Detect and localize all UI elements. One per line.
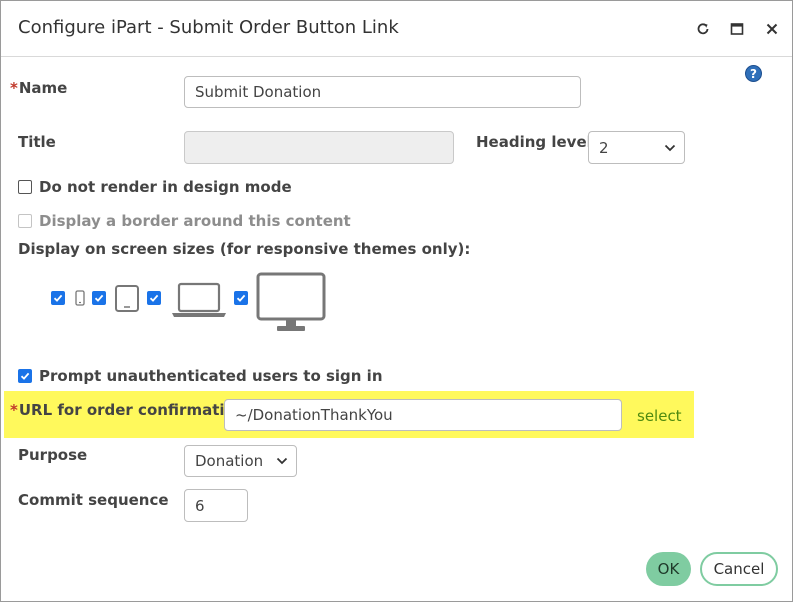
- name-label-text: Name: [18, 79, 68, 97]
- phone-icon: [75, 290, 85, 306]
- required-marker: *: [10, 79, 18, 97]
- checkmark-icon: [20, 372, 30, 380]
- phone-size-checkbox[interactable]: [51, 291, 65, 305]
- configure-ipart-dialog: Configure iPart - Submit Order Button Li…: [0, 0, 793, 602]
- order-url-label: *URL for order confirmation: [10, 401, 246, 419]
- heading-level-select[interactable]: 2: [588, 131, 685, 164]
- tablet-icon: [115, 285, 139, 312]
- checkmark-icon: [236, 294, 246, 302]
- laptop-size-checkbox[interactable]: [147, 291, 161, 305]
- maximize-button[interactable]: [727, 19, 747, 39]
- purpose-select[interactable]: Donation: [184, 445, 297, 477]
- purpose-label: Purpose: [18, 446, 88, 464]
- display-border-label: Display a border around this content: [39, 212, 351, 230]
- required-marker: *: [10, 401, 18, 419]
- cancel-button[interactable]: Cancel: [700, 552, 778, 586]
- name-input[interactable]: [184, 76, 581, 108]
- select-url-link[interactable]: select: [637, 407, 682, 425]
- refresh-icon: [697, 23, 709, 35]
- desktop-size-checkbox[interactable]: [234, 291, 248, 305]
- refresh-button[interactable]: [693, 19, 713, 39]
- checkmark-icon: [53, 294, 63, 302]
- display-border-checkbox[interactable]: [18, 214, 32, 228]
- order-url-input[interactable]: [224, 399, 622, 431]
- name-label: *Name: [10, 79, 67, 97]
- do-not-render-label: Do not render in design mode: [39, 178, 292, 196]
- close-icon: [766, 23, 778, 35]
- prompt-signin-checkbox[interactable]: [18, 369, 32, 383]
- do-not-render-checkbox[interactable]: [18, 180, 32, 194]
- dialog-title: Configure iPart - Submit Order Button Li…: [18, 17, 399, 38]
- tablet-size-checkbox[interactable]: [92, 291, 106, 305]
- checkmark-icon: [94, 294, 104, 302]
- desktop-monitor-icon: [256, 272, 326, 331]
- heading-level-label: Heading level: [476, 133, 592, 151]
- prompt-signin-label: Prompt unauthenticated users to sign in: [39, 367, 383, 385]
- commit-sequence-label: Commit sequence: [18, 491, 169, 509]
- help-icon[interactable]: ?: [745, 65, 762, 82]
- chevron-down-icon: [664, 144, 676, 151]
- ok-button[interactable]: OK: [646, 552, 691, 586]
- maximize-icon: [730, 23, 744, 35]
- heading-level-value: 2: [599, 138, 609, 157]
- close-button[interactable]: [762, 19, 782, 39]
- dialog-titlebar: Configure iPart - Submit Order Button Li…: [1, 1, 792, 57]
- order-url-label-text: URL for order confirmation: [18, 401, 246, 419]
- screen-sizes-label: Display on screen sizes (for responsive …: [18, 240, 471, 258]
- laptop-icon: [172, 282, 226, 317]
- commit-sequence-input[interactable]: [184, 489, 248, 522]
- title-label: Title: [18, 133, 56, 151]
- chevron-down-icon: [276, 457, 288, 465]
- title-input[interactable]: [184, 131, 454, 164]
- purpose-value: Donation: [195, 452, 264, 470]
- checkmark-icon: [149, 294, 159, 302]
